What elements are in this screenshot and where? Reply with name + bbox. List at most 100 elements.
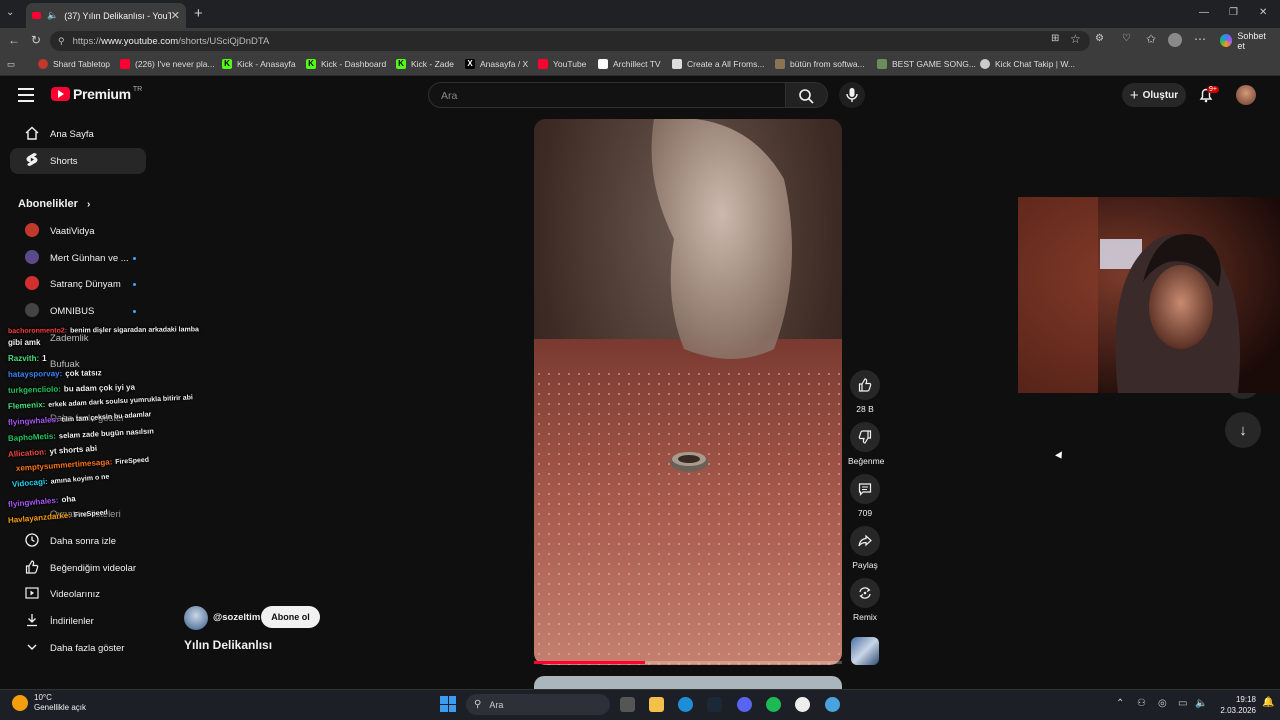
guide-menu-icon[interactable] xyxy=(18,88,34,102)
browser-tab[interactable]: 🔈 (37) Yılın Delikanlısı - YouTube ✕ xyxy=(26,3,186,28)
search-input[interactable]: Ara xyxy=(428,82,786,108)
subscriptions-header[interactable]: Abonelikler › xyxy=(18,198,90,210)
sidebar-item-downloads[interactable]: İndirilenler xyxy=(10,608,146,634)
close-window-icon[interactable]: ✕ xyxy=(1259,7,1267,18)
back-icon[interactable]: ← xyxy=(8,33,20,47)
minimize-icon[interactable]: — xyxy=(1199,7,1209,18)
profile-icon[interactable] xyxy=(1168,33,1182,47)
home-icon xyxy=(16,126,48,143)
sidebar-item-watch-later[interactable]: Daha sonra izle xyxy=(10,528,146,554)
bookmark-item[interactable]: YouTube xyxy=(538,59,586,69)
comments-button[interactable]: 709 xyxy=(848,474,882,518)
more-menu-icon[interactable]: ⋯ xyxy=(1194,32,1206,46)
taskbar-search[interactable]: ⚲ Ara xyxy=(466,694,610,715)
subscribe-button[interactable]: Abone ol xyxy=(261,606,320,628)
edge-browser-icon[interactable] xyxy=(678,697,693,712)
windows-start-icon[interactable] xyxy=(440,696,456,712)
subscription-name[interactable]: Bufuak xyxy=(50,359,80,370)
steam-icon[interactable] xyxy=(707,697,722,712)
next-short-button[interactable]: ↓ xyxy=(1225,412,1261,448)
bookmark-item[interactable]: (226) I've never pla... xyxy=(120,59,215,69)
sidebar-subscription[interactable]: VaatiVidya xyxy=(10,218,146,244)
app-available-icon[interactable]: ⊞ xyxy=(1051,33,1059,44)
bookmarks-bar: ▭ Shard Tabletop (226) I've never pla...… xyxy=(0,54,1280,76)
short-title[interactable]: Yılın Delikanlısı xyxy=(184,638,272,652)
tray-app-icon[interactable]: ⚇ xyxy=(1137,698,1146,709)
search-button[interactable] xyxy=(786,82,828,108)
sidebar-item-liked-videos[interactable]: Beğendiğim videolar xyxy=(10,555,146,581)
url-field[interactable]: ⚲ https://www.youtube.com/shorts/USciQjD… xyxy=(50,31,1090,51)
weather-widget[interactable]: 10°C Genellikle açık xyxy=(12,693,86,713)
weather-temp: 10°C xyxy=(34,693,52,702)
new-tab-icon[interactable]: + xyxy=(194,5,203,22)
app-icon[interactable] xyxy=(825,697,840,712)
bookmark-item[interactable]: Shard Tabletop xyxy=(38,59,110,69)
network-icon[interactable]: ▭ xyxy=(1178,698,1187,709)
channel-avatar[interactable] xyxy=(184,606,208,630)
split-screen-icon[interactable]: ▭ xyxy=(7,59,15,70)
subscription-name[interactable]: Zademlik xyxy=(50,333,89,344)
task-view-icon[interactable] xyxy=(620,697,635,712)
share-button[interactable]: Paylaş xyxy=(848,526,882,570)
create-button[interactable]: + Oluştur xyxy=(1122,83,1186,107)
favorites-icon[interactable]: ✩ xyxy=(1146,32,1156,46)
sidebar-item-label: İndirilenler xyxy=(50,615,94,627)
site-info-icon[interactable]: ⚲ xyxy=(58,36,65,47)
sidebar-subscription[interactable]: OMNIBUS xyxy=(10,298,146,324)
youtube-premium-logo[interactable]: Premium TR xyxy=(51,86,142,102)
chat-message: Razvith: 1 xyxy=(8,354,47,363)
shorts-video-player[interactable] xyxy=(534,119,842,665)
discord-icon[interactable] xyxy=(737,697,752,712)
sound-thumbnail[interactable] xyxy=(851,637,879,665)
sidebar-show-more[interactable]: Daha fazla göster xyxy=(50,413,124,424)
chat-message: Flemenix: erkek adam dark soulsu yumrukla… xyxy=(7,394,194,411)
unreal-icon[interactable] xyxy=(795,697,810,712)
maximize-icon[interactable]: ❐ xyxy=(1229,7,1238,18)
tray-app-icon[interactable]: ◎ xyxy=(1158,698,1167,709)
copilot-label: Sohbet et xyxy=(1237,30,1266,51)
sidebar-item-shorts[interactable]: Shorts xyxy=(10,148,146,174)
remix-icon xyxy=(850,578,880,608)
spotify-icon[interactable] xyxy=(766,697,781,712)
bookmark-item[interactable]: Archillect TV xyxy=(598,59,661,69)
bookmark-item[interactable]: X Anasayfa / X xyxy=(465,59,528,69)
browser-essentials-icon[interactable]: ♡ xyxy=(1122,33,1131,44)
sidebar-subscription[interactable]: Satranç Dünyam xyxy=(10,271,146,297)
reload-icon[interactable]: ↻ xyxy=(31,33,41,47)
sidebar-item-your-videos[interactable]: Videolarınız xyxy=(10,581,146,607)
tray-chevron-icon[interactable]: ⌃ xyxy=(1116,698,1124,709)
bookmark-item[interactable]: BEST GAME SONG... xyxy=(877,59,976,69)
bookmark-item[interactable]: K Kick - Dashboard xyxy=(306,59,386,69)
like-button[interactable]: 28 B xyxy=(848,370,882,414)
sidebar-item-home[interactable]: Ana Sayfa xyxy=(10,121,146,147)
file-explorer-icon[interactable] xyxy=(649,697,664,712)
volume-icon[interactable]: 🔈 xyxy=(1195,698,1207,709)
sidebar-item-playlists[interactable]: Oynatma listeleri xyxy=(50,509,121,520)
sidebar-show-more[interactable]: Daha fazla göster xyxy=(10,635,146,661)
bookmark-item[interactable]: Create a All Froms... xyxy=(672,59,764,69)
close-tab-icon[interactable]: ✕ xyxy=(171,9,180,22)
extensions-icon[interactable]: ⚙ xyxy=(1095,33,1104,44)
bookmark-item[interactable]: bütün from softwa... xyxy=(775,59,865,69)
bookmark-item[interactable]: Kick Chat Takip | W... xyxy=(980,59,1075,69)
copilot-button[interactable]: Sohbet et xyxy=(1214,30,1280,51)
notifications-tray-icon[interactable]: 🔔 xyxy=(1262,697,1274,708)
next-short-preview[interactable] xyxy=(534,676,842,690)
sidebar-item-label: Daha fazla göster xyxy=(50,642,125,654)
sidebar-subscription[interactable]: Mert Günhan ve ... xyxy=(10,245,146,271)
favorite-star-icon[interactable]: ☆ xyxy=(1070,32,1081,46)
channel-handle[interactable]: @sozeltim xyxy=(213,612,260,623)
dislike-button[interactable]: Beğenme xyxy=(848,422,884,466)
remix-button[interactable]: Remix xyxy=(848,578,882,622)
clock-time: 19:18 xyxy=(1235,695,1256,704)
speaker-icon[interactable]: 🔈 xyxy=(47,10,58,21)
voice-search-button[interactable] xyxy=(839,82,865,108)
bookmark-item[interactable]: K Kick - Zade xyxy=(396,59,454,69)
chat-message: gibi amk xyxy=(8,338,41,347)
bookmark-item[interactable]: K Kick - Anasayfa xyxy=(222,59,296,69)
tab-actions-chevron-icon[interactable]: ⌄ xyxy=(6,7,14,18)
sidebar-item-label: Beğendiğim videolar xyxy=(50,562,137,574)
account-avatar[interactable] xyxy=(1236,85,1256,105)
subscription-name: Mert Günhan ve ... xyxy=(50,252,129,264)
system-clock[interactable]: 19:18 2.03.2026 xyxy=(1220,694,1256,716)
